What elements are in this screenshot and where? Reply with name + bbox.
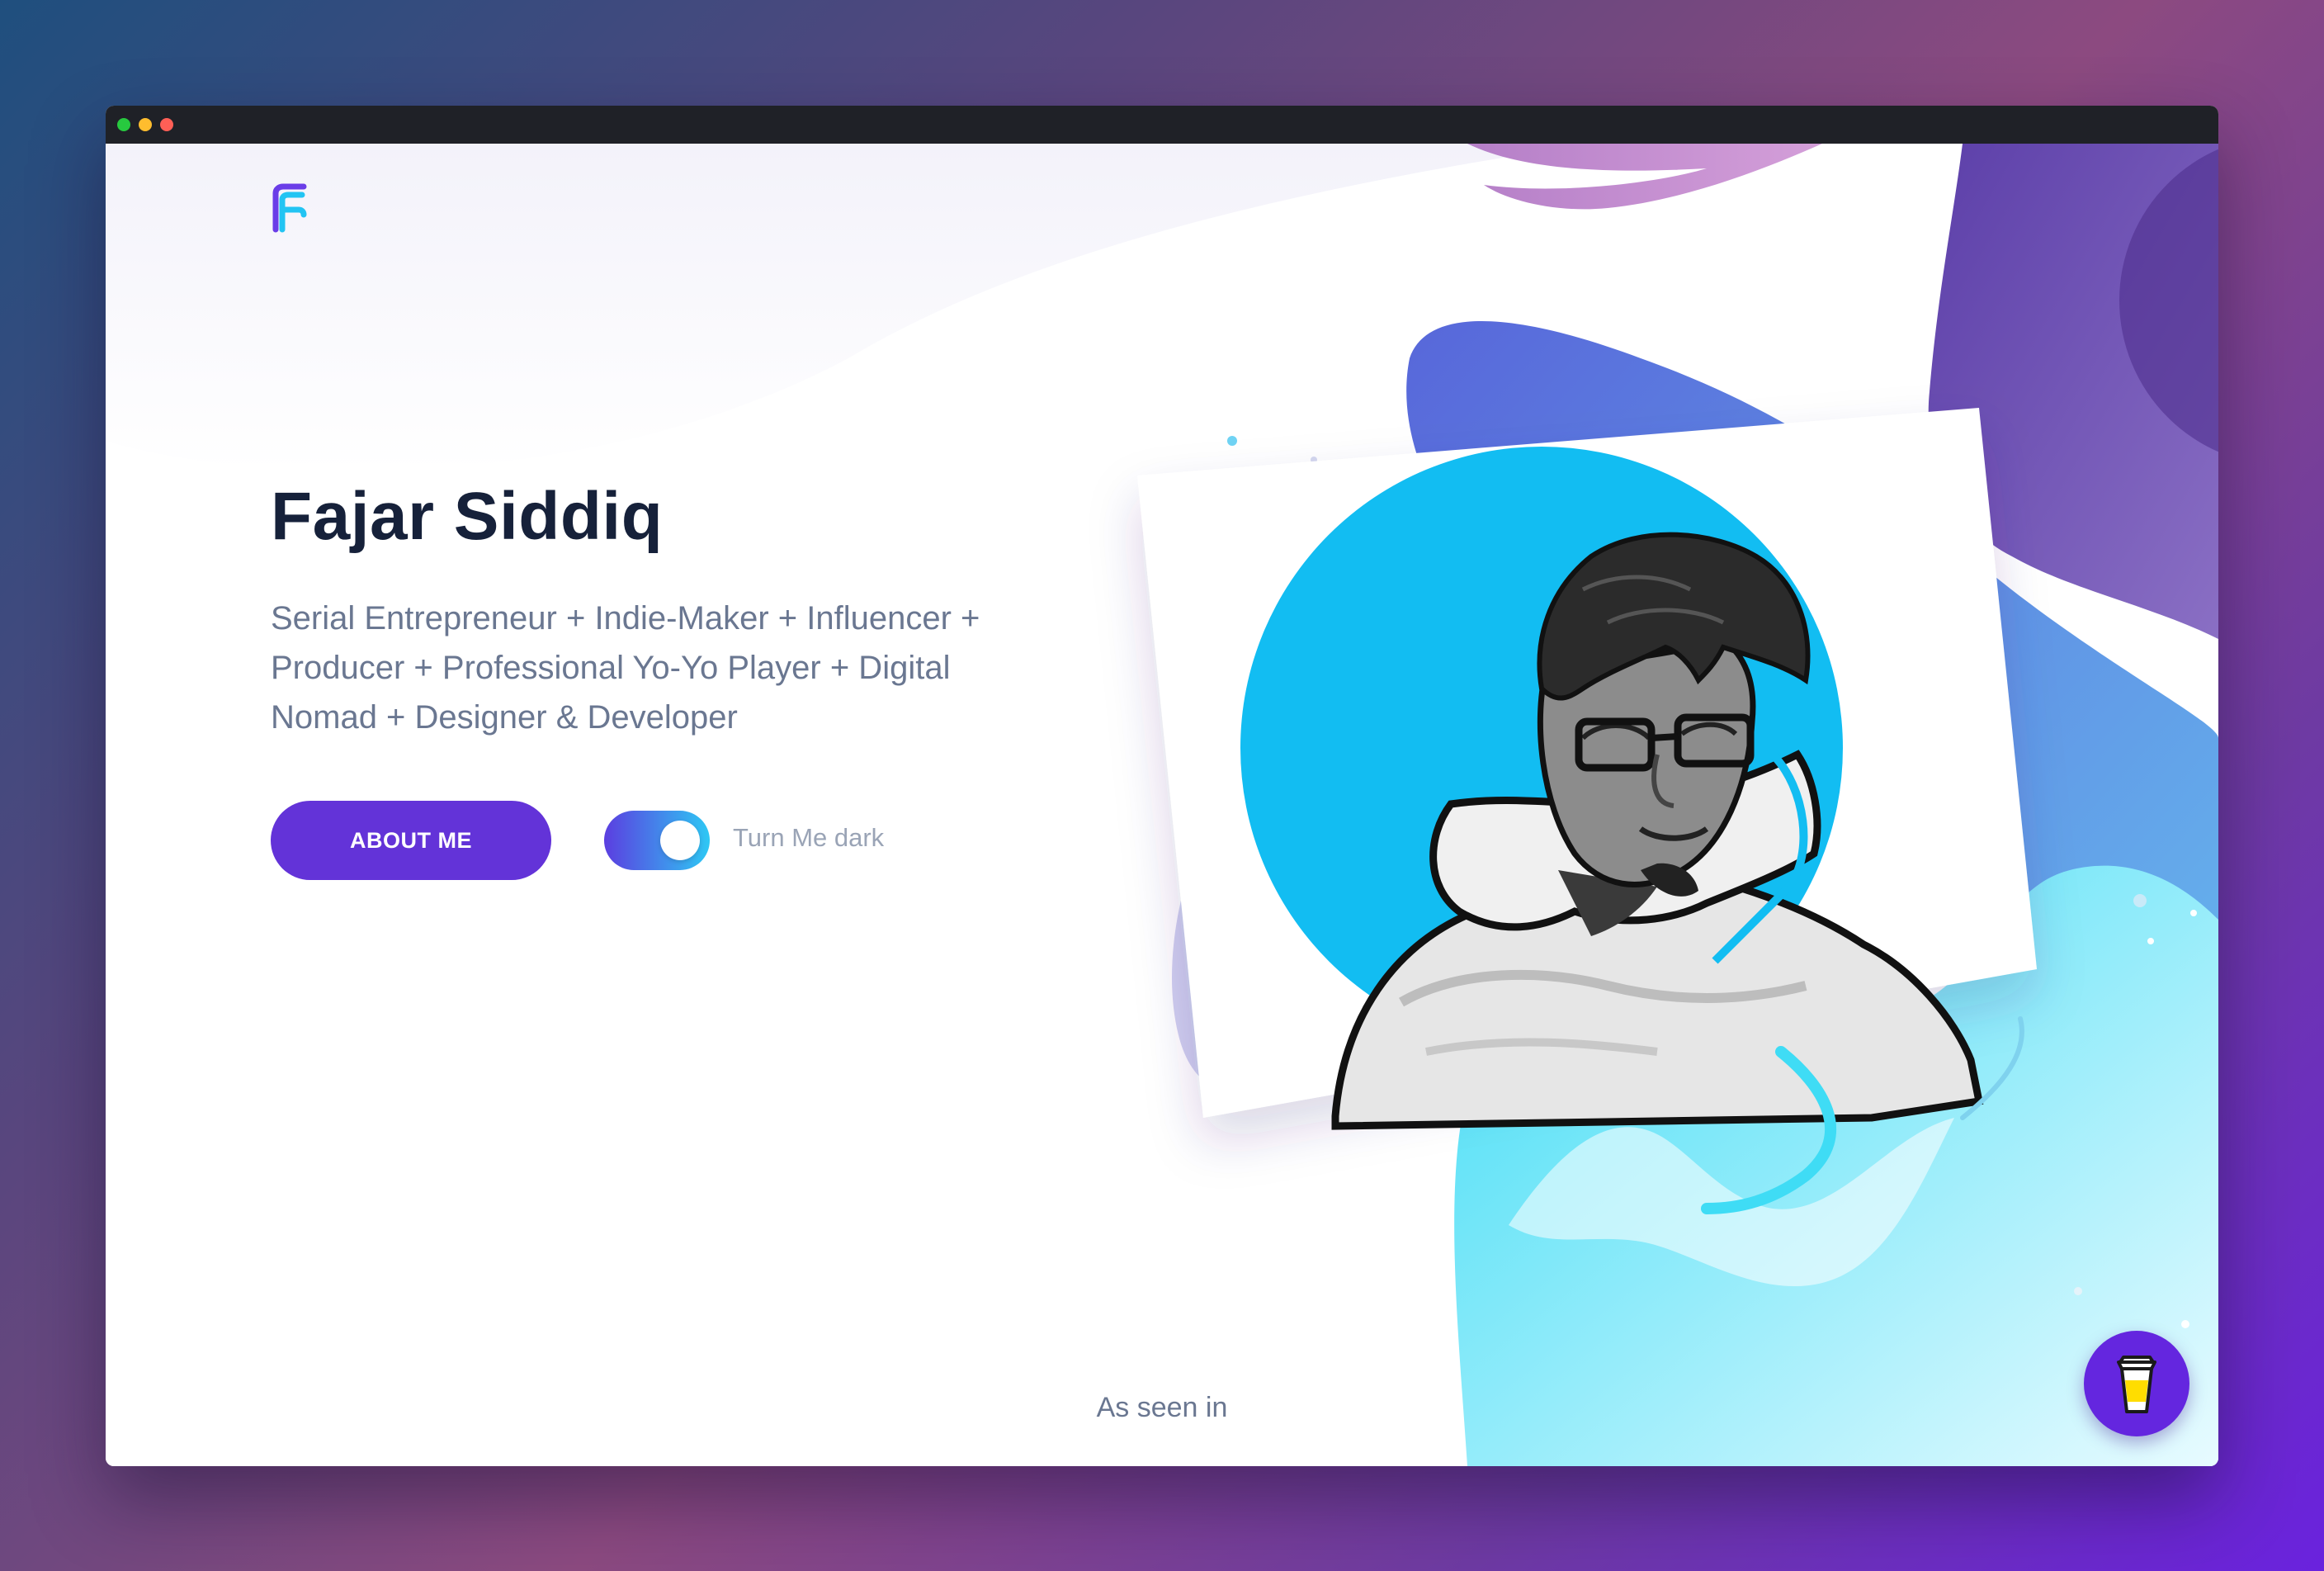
window-maximize-dot[interactable] — [117, 118, 130, 131]
window-close-dot[interactable] — [160, 118, 173, 131]
as-seen-in-heading: As seen in — [1096, 1392, 1228, 1423]
window-titlebar — [106, 106, 2218, 144]
browser-window: Fajar Siddiq Serial Entrepreneur + Indie… — [106, 106, 2218, 1466]
buy-me-coffee-button[interactable] — [2084, 1331, 2189, 1436]
portrait-card — [1137, 408, 2037, 1214]
page-viewport: Fajar Siddiq Serial Entrepreneur + Indie… — [106, 144, 2218, 1466]
coffee-cup-icon — [2117, 1356, 2156, 1413]
window-minimize-dot[interactable] — [139, 118, 152, 131]
